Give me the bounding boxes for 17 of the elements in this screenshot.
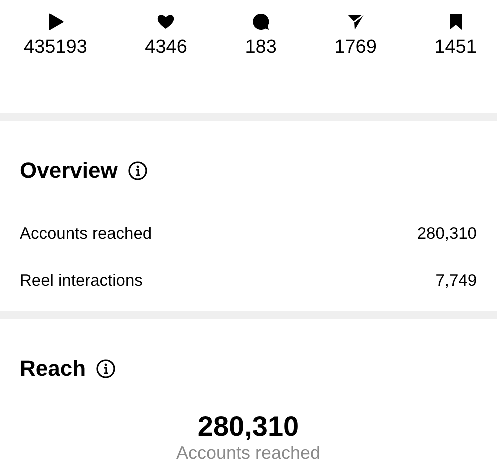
reach-count: 280,310: [198, 411, 300, 443]
reach-caption: Accounts reached: [176, 443, 321, 464]
speech-bubble-icon: [251, 12, 272, 32]
stat-count: 1451: [434, 37, 477, 59]
stat-count: 1769: [334, 37, 377, 59]
info-icon[interactable]: [128, 161, 148, 181]
info-icon[interactable]: [96, 359, 116, 379]
metric-label: Accounts reached: [20, 225, 152, 244]
metric-value: 280,310: [417, 225, 477, 244]
stat-count: 4346: [145, 37, 188, 59]
stat-count: 183: [245, 37, 277, 59]
metric-label: Reel interactions: [20, 272, 143, 291]
metric-value: 7,749: [436, 272, 477, 291]
section-title: Overview: [20, 158, 118, 184]
section-title: Reach: [20, 356, 86, 382]
paper-plane-icon: [346, 12, 366, 32]
stat-count: 435193: [24, 37, 88, 59]
